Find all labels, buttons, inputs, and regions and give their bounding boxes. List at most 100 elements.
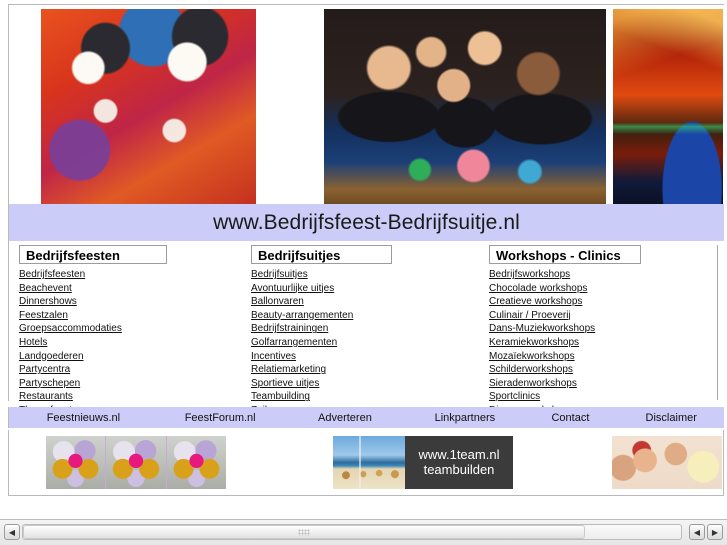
scrollbar-grip-icon <box>298 528 310 536</box>
column-heading-bedrijfsuitjes: Bedrijfsuitjes <box>251 245 392 264</box>
link-schilderworkshops[interactable]: Schilderworkshops <box>489 364 573 375</box>
list-item: Sportieve uitjes <box>251 376 479 390</box>
nav-item-adverteren[interactable]: Adverteren <box>283 412 408 424</box>
casino-roulette-photo <box>324 9 606 204</box>
nav-item-linkpartners[interactable]: Linkpartners <box>407 412 522 424</box>
party-people-banner[interactable] <box>612 436 722 489</box>
link-partyschepen[interactable]: Partyschepen <box>19 378 80 389</box>
link-list-bedrijfsfeesten: Bedrijfsfeesten Beachevent Dinnershows F… <box>19 267 239 417</box>
list-item: Bedrijfsworkshops <box>489 267 709 281</box>
footer-navigation-bar: Feestnieuws.nl FeestForum.nl Adverteren … <box>8 407 724 428</box>
link-restaurants[interactable]: Restaurants <box>19 391 73 402</box>
list-item: Sportclinics <box>489 389 709 403</box>
link-culinair-proeverij[interactable]: Culinair / Proeverij <box>489 310 571 321</box>
list-item: Beachevent <box>19 281 239 295</box>
list-item: Hotels <box>19 335 239 349</box>
link-sportclinics[interactable]: Sportclinics <box>489 391 540 402</box>
list-item: Avontuurlijke uitjes <box>251 281 479 295</box>
column-heading-bedrijfsfeesten: Bedrijfsfeesten <box>19 245 167 264</box>
horizontal-scrollbar[interactable]: ◀ ◀ ▶ <box>0 519 727 545</box>
concert-stage-photo <box>613 9 723 204</box>
site-title-band: www.Bedrijfsfeest-Bedrijfsuitje.nl <box>8 204 724 241</box>
balloon-decoration-banner[interactable] <box>46 436 226 489</box>
oneteam-url-label: www.1team.nl <box>418 446 500 462</box>
list-item: Bedrijfsfeesten <box>19 267 239 281</box>
list-item: Dinnershows <box>19 294 239 308</box>
beach-volleyball-photo <box>333 436 405 489</box>
column-workshops-clinics: Workshops - Clinics Bedrijfsworkshops Ch… <box>489 245 709 417</box>
advertisement-banner-row: www.1team.nl teambuilden <box>8 430 724 496</box>
list-item: Ballonvaren <box>251 294 479 308</box>
link-partycentra[interactable]: Partycentra <box>19 364 70 375</box>
hero-image-strip <box>8 4 724 204</box>
list-item: Mozaïekworkshops <box>489 349 709 363</box>
list-item: Dans-Muziekworkshops <box>489 321 709 335</box>
link-beauty-arrangementen[interactable]: Beauty-arrangementen <box>251 310 353 321</box>
list-item: Relatiemarketing <box>251 362 479 376</box>
link-sieradenworkshops[interactable]: Sieradenworkshops <box>489 378 577 389</box>
nav-item-feestforum[interactable]: FeestForum.nl <box>158 412 283 424</box>
column-divider <box>717 245 718 400</box>
balloon-image-1 <box>46 436 107 489</box>
link-list-workshops: Bedrijfsworkshops Chocolade workshops Cr… <box>489 267 709 417</box>
link-chocolade-workshops[interactable]: Chocolade workshops <box>489 283 587 294</box>
balloon-image-3 <box>166 436 226 489</box>
list-item: Creatieve workshops <box>489 294 709 308</box>
link-bedrijfsfeesten[interactable]: Bedrijfsfeesten <box>19 269 85 280</box>
column-bedrijfsuitjes: Bedrijfsuitjes Bedrijfsuitjes Avontuurli… <box>251 245 479 417</box>
link-bedrijfsuitjes[interactable]: Bedrijfsuitjes <box>251 269 308 280</box>
column-bedrijfsfeesten: Bedrijfsfeesten Bedrijfsfeesten Beacheve… <box>19 245 239 417</box>
carnival-clowns-photo <box>41 9 256 204</box>
link-keramiekworkshops[interactable]: Keramiekworkshops <box>489 337 579 348</box>
link-mozaiekworkshops[interactable]: Mozaïekworkshops <box>489 351 575 362</box>
link-avontuurlijke-uitjes[interactable]: Avontuurlijke uitjes <box>251 283 334 294</box>
webpage-canvas: www.Bedrijfsfeest-Bedrijfsuitje.nl Bedri… <box>0 0 727 518</box>
nav-item-disclaimer[interactable]: Disclaimer <box>618 412 724 424</box>
list-item: Partyschepen <box>19 376 239 390</box>
list-item: Bedrijfsuitjes <box>251 267 479 281</box>
balloon-image-2 <box>106 436 167 489</box>
oneteam-text-plate: www.1team.nl teambuilden <box>405 436 513 489</box>
list-item: Golfarrangementen <box>251 335 479 349</box>
list-item: Teambuilding <box>251 389 479 403</box>
link-relatiemarketing[interactable]: Relatiemarketing <box>251 364 326 375</box>
oneteam-advertisement-banner[interactable]: www.1team.nl teambuilden <box>333 436 513 489</box>
scroll-left-arrow-icon[interactable]: ◀ <box>4 524 20 540</box>
list-item: Beauty-arrangementen <box>251 308 479 322</box>
list-item: Schilderworkshops <box>489 362 709 376</box>
link-groepsaccommodaties[interactable]: Groepsaccommodaties <box>19 323 122 334</box>
link-creatieve-workshops[interactable]: Creatieve workshops <box>489 296 582 307</box>
scroll-step-right-arrow-icon[interactable]: ▶ <box>707 524 723 540</box>
link-beachevent[interactable]: Beachevent <box>19 283 72 294</box>
page-title: www.Bedrijfsfeest-Bedrijfsuitje.nl <box>213 210 520 234</box>
link-sportieve-uitjes[interactable]: Sportieve uitjes <box>251 378 319 389</box>
scrollbar-thumb[interactable] <box>23 525 585 539</box>
link-dinnershows[interactable]: Dinnershows <box>19 296 77 307</box>
list-item: Groepsaccommodaties <box>19 321 239 335</box>
link-landgoederen[interactable]: Landgoederen <box>19 351 84 362</box>
link-list-bedrijfsuitjes: Bedrijfsuitjes Avontuurlijke uitjes Ball… <box>251 267 479 417</box>
list-item: Incentives <box>251 349 479 363</box>
link-dans-muziekworkshops[interactable]: Dans-Muziekworkshops <box>489 323 595 334</box>
list-item: Feestzalen <box>19 308 239 322</box>
list-item: Sieradenworkshops <box>489 376 709 390</box>
scroll-step-left-arrow-icon[interactable]: ◀ <box>689 524 705 540</box>
link-teambuilding[interactable]: Teambuilding <box>251 391 310 402</box>
link-ballonvaren[interactable]: Ballonvaren <box>251 296 304 307</box>
link-golfarrangementen[interactable]: Golfarrangementen <box>251 337 337 348</box>
list-item: Keramiekworkshops <box>489 335 709 349</box>
scrollbar-track[interactable] <box>22 524 682 540</box>
list-item: Landgoederen <box>19 349 239 363</box>
list-item: Partycentra <box>19 362 239 376</box>
link-columns-section: Bedrijfsfeesten Bedrijfsfeesten Beacheve… <box>8 241 724 416</box>
link-incentives[interactable]: Incentives <box>251 351 296 362</box>
link-bedrijfstrainingen[interactable]: Bedrijfstrainingen <box>251 323 328 334</box>
link-feestzalen[interactable]: Feestzalen <box>19 310 68 321</box>
nav-item-contact[interactable]: Contact <box>522 412 618 424</box>
oneteam-tagline-label: teambuilden <box>423 461 495 477</box>
link-bedrijfsworkshops[interactable]: Bedrijfsworkshops <box>489 269 570 280</box>
list-item: Bedrijfstrainingen <box>251 321 479 335</box>
nav-item-feestnieuws[interactable]: Feestnieuws.nl <box>9 412 158 424</box>
list-item: Restaurants <box>19 389 239 403</box>
link-hotels[interactable]: Hotels <box>19 337 47 348</box>
